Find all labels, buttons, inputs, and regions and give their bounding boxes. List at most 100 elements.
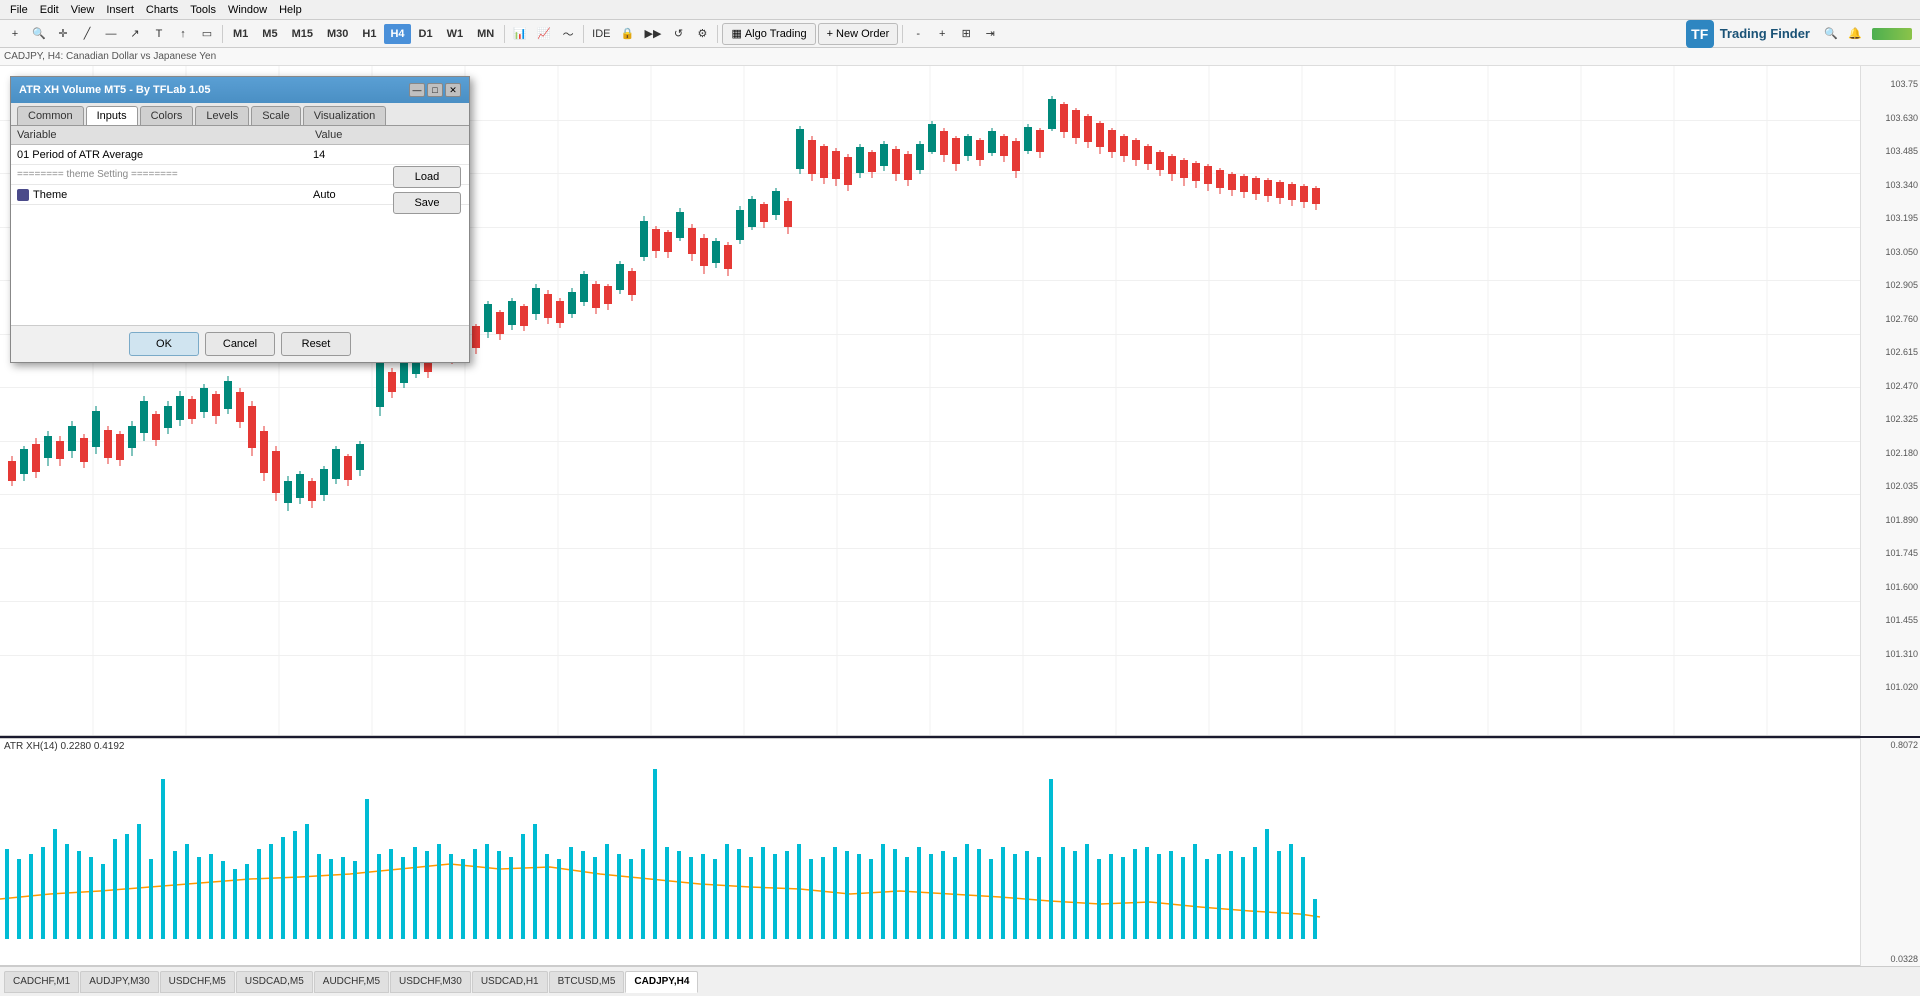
modal-tab-visualization[interactable]: Visualization bbox=[303, 106, 387, 125]
tab-usdchf-m30[interactable]: USDCHF,M30 bbox=[390, 971, 471, 993]
menu-edit[interactable]: Edit bbox=[34, 4, 65, 16]
shape-btn[interactable]: ▭ bbox=[196, 23, 218, 45]
algo-icon: ▦ bbox=[731, 27, 741, 40]
order-label: New Order bbox=[836, 28, 889, 40]
load-btn[interactable]: Load bbox=[393, 166, 461, 188]
hline-btn[interactable]: — bbox=[100, 23, 122, 45]
table-row-1: 01 Period of ATR Average 14 bbox=[11, 145, 469, 165]
price-102760: 102.760 bbox=[1885, 314, 1918, 324]
modal-side-buttons: Load Save bbox=[393, 166, 461, 214]
tf-mn[interactable]: MN bbox=[471, 24, 500, 44]
var-sep-label: ======== theme Setting ======== bbox=[11, 167, 309, 182]
tf-m15[interactable]: M15 bbox=[286, 24, 319, 44]
modal-close-btn[interactable]: ✕ bbox=[445, 83, 461, 97]
indicator-btn[interactable]: IDE bbox=[588, 23, 614, 45]
tab-usdcad-m5[interactable]: USDCAD,M5 bbox=[236, 971, 313, 993]
indicator-axis: 0.8072 0.0328 bbox=[1860, 738, 1920, 966]
zoom-in-btn[interactable]: 🔍 bbox=[28, 23, 50, 45]
cancel-btn[interactable]: Cancel bbox=[205, 332, 275, 356]
price-102325: 102.325 bbox=[1885, 414, 1918, 424]
modal-tab-levels[interactable]: Levels bbox=[195, 106, 249, 125]
modal-title-bar: ATR XH Volume MT5 - By TFLab 1.05 — □ ✕ bbox=[11, 77, 469, 103]
price-101020: 101.020 bbox=[1885, 682, 1918, 692]
tf-m1[interactable]: M1 bbox=[227, 24, 254, 44]
save-btn[interactable]: Save bbox=[393, 192, 461, 214]
reset-btn[interactable]: Reset bbox=[281, 332, 351, 356]
lock-btn[interactable]: 🔒 bbox=[617, 23, 639, 45]
new-chart-btn[interactable]: + bbox=[4, 23, 26, 45]
tf-w1[interactable]: W1 bbox=[441, 24, 470, 44]
settings-btn[interactable]: ⚙ bbox=[691, 23, 713, 45]
sep3 bbox=[583, 25, 584, 43]
auto-scroll-btn[interactable]: ⇥ bbox=[979, 23, 1001, 45]
tf-logo: TF Trading Finder bbox=[1678, 20, 1818, 48]
tab-cadjpy-h4[interactable]: CADJPY,H4 bbox=[625, 971, 698, 993]
trend-btn[interactable]: ↗ bbox=[124, 23, 146, 45]
indicator-chart: ATR XH(14) 0.2280 0.4192 bbox=[0, 738, 1860, 966]
tab-btcusd-m5[interactable]: BTCUSD,M5 bbox=[549, 971, 625, 993]
arrow-btn[interactable]: ↑ bbox=[172, 23, 194, 45]
menu-tools[interactable]: Tools bbox=[184, 4, 222, 16]
menu-window[interactable]: Window bbox=[222, 4, 273, 16]
modal-dialog: ATR XH Volume MT5 - By TFLab 1.05 — □ ✕ … bbox=[10, 76, 470, 363]
line-btn[interactable]: ╱ bbox=[76, 23, 98, 45]
tf-h4[interactable]: H4 bbox=[384, 24, 410, 44]
chart-type-bar[interactable]: 📊 bbox=[509, 23, 531, 45]
tf-d1[interactable]: D1 bbox=[413, 24, 439, 44]
var-theme-label: Theme bbox=[11, 187, 309, 203]
theme-icon bbox=[17, 189, 29, 201]
price-103630: 103.630 bbox=[1885, 113, 1918, 123]
price-102180: 102.180 bbox=[1885, 448, 1918, 458]
menu-insert[interactable]: Insert bbox=[100, 4, 140, 16]
ok-btn[interactable]: OK bbox=[129, 332, 199, 356]
notification-btn[interactable]: 🔔 bbox=[1844, 23, 1866, 45]
menu-charts[interactable]: Charts bbox=[140, 4, 184, 16]
text-btn[interactable]: T bbox=[148, 23, 170, 45]
col-header-value: Value bbox=[309, 126, 469, 144]
price-102905: 102.905 bbox=[1885, 280, 1918, 290]
tab-usdchf-m5[interactable]: USDCHF,M5 bbox=[160, 971, 235, 993]
grid-btn[interactable]: ⊞ bbox=[955, 23, 977, 45]
price-103485: 103.485 bbox=[1885, 146, 1918, 156]
tf-m5[interactable]: M5 bbox=[256, 24, 283, 44]
modal-tab-common[interactable]: Common bbox=[17, 106, 84, 125]
tab-usdcad-h1[interactable]: USDCAD,H1 bbox=[472, 971, 548, 993]
order-icon: + bbox=[827, 28, 833, 40]
price-101600: 101.600 bbox=[1885, 582, 1918, 592]
tab-cadchf-m1[interactable]: CADCHF,M1 bbox=[4, 971, 79, 993]
tab-audjpy-m30[interactable]: AUDJPY,M30 bbox=[80, 971, 158, 993]
price-102615: 102.615 bbox=[1885, 347, 1918, 357]
new-order-btn[interactable]: + New Order bbox=[818, 23, 899, 45]
tf-logo-text: Trading Finder bbox=[1720, 26, 1810, 41]
tf-m30[interactable]: M30 bbox=[321, 24, 354, 44]
toolbar: + 🔍 ✛ ╱ — ↗ T ↑ ▭ M1 M5 M15 M30 H1 H4 D1… bbox=[0, 20, 1920, 48]
symbol-bar: CADJPY, H4: Canadian Dollar vs Japanese … bbox=[0, 48, 1920, 66]
modal-minimize-btn[interactable]: — bbox=[409, 83, 425, 97]
menu-help[interactable]: Help bbox=[273, 4, 308, 16]
price-102035: 102.035 bbox=[1885, 481, 1918, 491]
var-period-value[interactable]: 14 bbox=[309, 147, 469, 163]
algo-label: Algo Trading bbox=[745, 28, 807, 40]
price-103050: 103.050 bbox=[1885, 247, 1918, 257]
bottom-tabs: CADCHF,M1 AUDJPY,M30 USDCHF,M5 USDCAD,M5… bbox=[0, 966, 1920, 996]
ind-price-top: 0.8072 bbox=[1890, 740, 1918, 750]
refresh-btn[interactable]: ↺ bbox=[667, 23, 689, 45]
search-btn[interactable]: 🔍 bbox=[1820, 23, 1842, 45]
chart-type-line[interactable]: 〜 bbox=[557, 23, 579, 45]
algo-trading-btn[interactable]: ▦ Algo Trading bbox=[722, 23, 815, 45]
tab-audchf-m5[interactable]: AUDCHF,M5 bbox=[314, 971, 389, 993]
zoom-out-btn[interactable]: - bbox=[907, 23, 929, 45]
forward-btn[interactable]: ▶▶ bbox=[641, 23, 666, 45]
menu-file[interactable]: File bbox=[4, 4, 34, 16]
var-period-label: 01 Period of ATR Average bbox=[11, 147, 309, 163]
tf-h1[interactable]: H1 bbox=[356, 24, 382, 44]
modal-tabs: Common Inputs Colors Levels Scale Visual… bbox=[11, 103, 469, 126]
menu-view[interactable]: View bbox=[65, 4, 101, 16]
modal-maximize-btn[interactable]: □ bbox=[427, 83, 443, 97]
crosshair-btn[interactable]: ✛ bbox=[52, 23, 74, 45]
modal-tab-colors[interactable]: Colors bbox=[140, 106, 194, 125]
zoom-in-btn2[interactable]: + bbox=[931, 23, 953, 45]
modal-tab-inputs[interactable]: Inputs bbox=[86, 106, 138, 125]
chart-type-candle[interactable]: 📈 bbox=[533, 23, 555, 45]
modal-tab-scale[interactable]: Scale bbox=[251, 106, 301, 125]
